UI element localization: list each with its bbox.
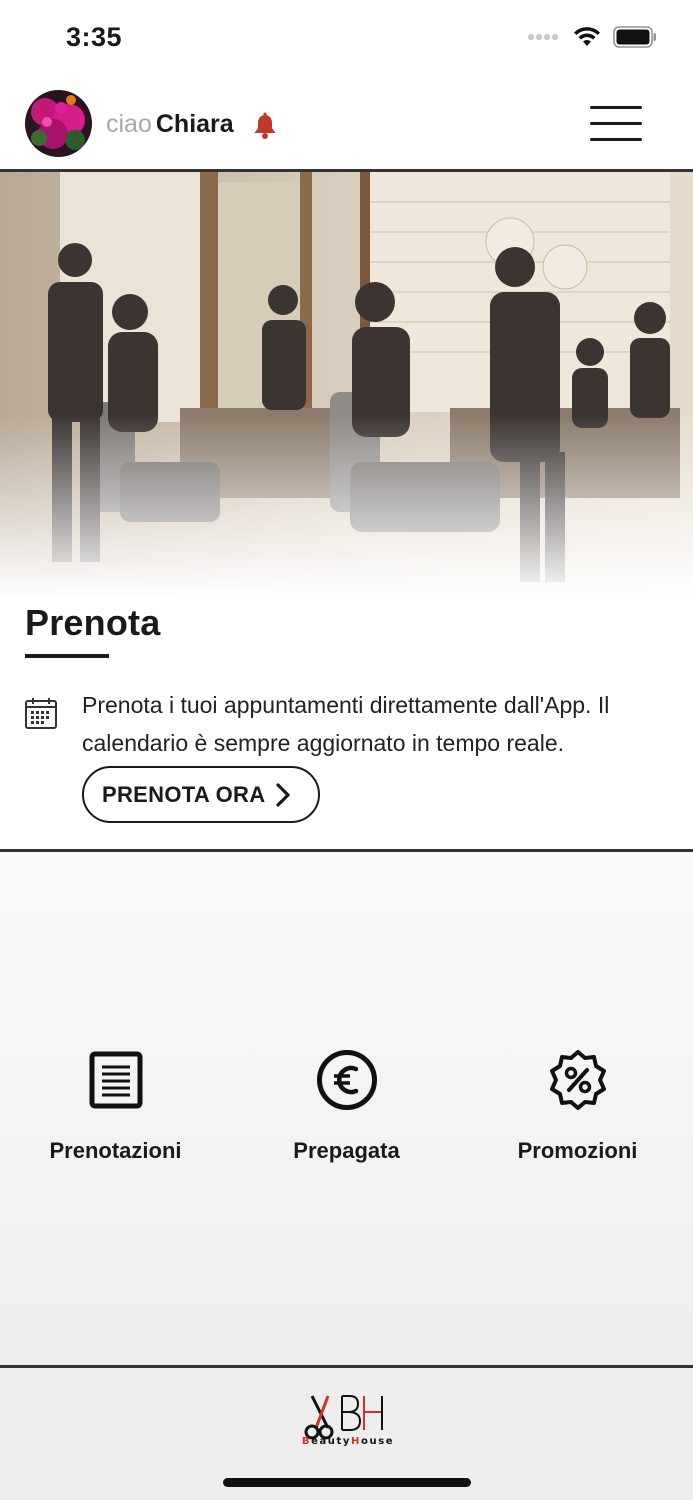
beautyhouse-logo: BeautyHouse: [302, 1392, 394, 1453]
greeting: ciao Chiara: [106, 110, 234, 139]
booking-section: Prenota Prenota i tuoi appuntamenti dire…: [0, 600, 693, 851]
booking-description: Prenota i tuoi appuntamenti direttamente…: [82, 692, 610, 756]
shortcut-prepagata[interactable]: Prepagata: [231, 1048, 462, 1164]
footer: BeautyHouse: [0, 1368, 693, 1500]
avatar[interactable]: [25, 90, 92, 157]
user-name: Chiara: [155, 110, 234, 138]
battery-icon: [613, 26, 656, 48]
shortcut-grid: Prenotazioni Prepagata Promozioni: [0, 852, 693, 1366]
hero-image: [0, 172, 693, 612]
shortcut-label: Promozioni: [517, 1138, 638, 1163]
bell-icon[interactable]: [251, 112, 279, 145]
shortcut-label: Prenotazioni: [49, 1138, 182, 1163]
status-bar: 3:35: [0, 0, 693, 76]
status-icons: [527, 26, 657, 48]
document-list-icon: [0, 1048, 231, 1112]
status-time: 3:35: [66, 22, 123, 52]
wifi-icon: [574, 27, 600, 46]
calendar-icon: [24, 696, 58, 735]
book-now-button[interactable]: PRENOTA ORA: [82, 766, 320, 823]
book-now-label: PRENOTA ORA: [102, 781, 266, 807]
menu-icon[interactable]: [590, 106, 642, 142]
signal-icon: [528, 34, 558, 40]
app-header: ciao Chiara: [0, 76, 693, 172]
svg-text:BeautyHouse: BeautyHouse: [302, 1436, 394, 1447]
greeting-prefix: ciao: [106, 110, 152, 138]
home-indicator[interactable]: [223, 1478, 471, 1487]
shortcut-promozioni[interactable]: Promozioni: [462, 1048, 693, 1164]
chevron-right-icon: [276, 782, 291, 807]
shortcut-prenotazioni[interactable]: Prenotazioni: [0, 1048, 231, 1164]
percent-badge-icon: [462, 1048, 693, 1112]
title-underline: [25, 654, 109, 658]
shortcut-label: Prepagata: [293, 1138, 400, 1163]
booking-title: Prenota: [25, 602, 161, 643]
euro-icon: [231, 1048, 462, 1112]
